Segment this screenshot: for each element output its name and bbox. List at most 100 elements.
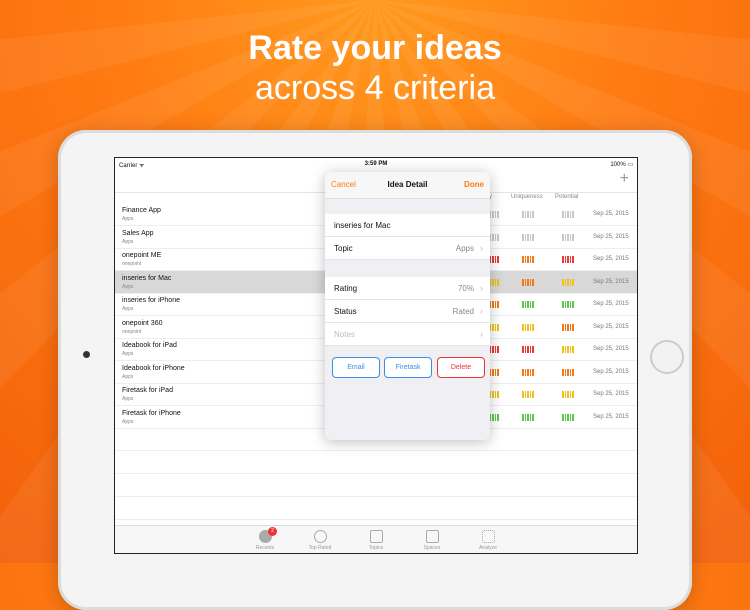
tab-recents[interactable]: 2 Recents	[240, 526, 290, 553]
home-button[interactable]	[650, 340, 684, 374]
idea-date: Sep 25, 2015	[593, 413, 629, 420]
divider	[115, 473, 637, 474]
chevron-right-icon: ›	[480, 306, 483, 316]
rating-value: 70%	[457, 284, 474, 293]
idea-date: Sep 25, 2015	[593, 211, 629, 217]
idea-title: Ideabook for iPhone	[122, 364, 185, 372]
camera-icon	[83, 351, 90, 358]
popover-nav: Cancel Idea Detail Done	[325, 172, 490, 199]
chevron-right-icon: ›	[480, 243, 483, 253]
rating-bars-uniq	[522, 413, 534, 421]
rating-bars-pot	[562, 323, 574, 331]
tab-label: Top Rated	[308, 545, 332, 551]
chevron-right-icon: ›	[480, 283, 483, 293]
rating-bars-pot	[562, 211, 574, 218]
idea-topic: Apps	[122, 306, 134, 312]
tab-spaces[interactable]: Spaces	[407, 526, 457, 553]
idea-name-value: inseries for Mac	[334, 221, 391, 230]
idea-topic: Apps	[122, 373, 134, 380]
rating-bars-pot	[562, 368, 574, 376]
tab-top-rated[interactable]: Top Rated	[295, 526, 345, 553]
idea-title: inseries for iPhone	[122, 297, 180, 304]
idea-title: Sales App	[122, 229, 154, 237]
rating-bars-uniq	[522, 368, 534, 376]
rating-bars-pot	[562, 256, 574, 263]
topic-value: Apps	[455, 244, 474, 253]
idea-name-field[interactable]: inseries for Mac	[325, 214, 490, 237]
firetask-button[interactable]: Firetask	[384, 357, 432, 378]
idea-date: Sep 25, 2015	[593, 233, 629, 240]
idea-topic: Apps	[122, 238, 134, 245]
idea-topic: Apps	[122, 396, 134, 402]
notes-placeholder: Notes	[334, 330, 355, 339]
idea-date: Sep 25, 2015	[593, 301, 629, 307]
rating-bars-uniq	[522, 346, 534, 353]
idea-date: Sep 25, 2015	[593, 323, 629, 330]
tab-label: Recents	[255, 545, 275, 551]
headline-line2: across 4 criteria	[255, 69, 495, 107]
rating-bars-pot	[562, 301, 574, 308]
tab-label: Spaces	[423, 545, 441, 551]
plus-icon[interactable]: +	[620, 170, 629, 188]
rating-bars-uniq	[522, 301, 534, 308]
idea-title: Firetask for iPad	[122, 387, 173, 394]
rating-bars-pot	[562, 346, 574, 353]
headline-line1: Rate your ideas	[248, 29, 502, 67]
column-header-potential[interactable]: Potential	[555, 194, 578, 200]
rating-label: Rating	[334, 284, 358, 293]
delete-button[interactable]: Delete	[437, 357, 485, 378]
lightbulb-icon	[313, 530, 327, 543]
rating-bars-pot	[562, 391, 574, 398]
idea-topic: Apps	[122, 216, 134, 222]
status-time: 3:59 PM	[364, 161, 388, 167]
status-label: Status	[334, 307, 357, 316]
chevron-right-icon: ›	[480, 329, 483, 339]
idea-title: inseries for Mac	[122, 274, 172, 282]
divider	[115, 450, 637, 451]
idea-date: Sep 25, 2015	[593, 278, 629, 285]
idea-topic: Apps	[122, 283, 134, 290]
rating-bars-uniq	[522, 391, 534, 398]
idea-topic: Apps	[122, 351, 134, 357]
rating-row[interactable]: Rating 70% ›	[325, 277, 490, 300]
tab-label: Topics	[368, 545, 384, 551]
rating-bars-uniq	[522, 256, 534, 263]
rating-bars-uniq	[522, 233, 534, 241]
rating-bars-uniq	[522, 278, 534, 286]
topic-row[interactable]: Topic Apps ›	[325, 237, 490, 260]
notes-row[interactable]: Notes ›	[325, 323, 490, 346]
rating-bars-uniq	[522, 211, 534, 218]
battery-indicator: 100% ▭	[610, 162, 633, 168]
rating-bars-pot	[562, 233, 574, 241]
idea-date: Sep 25, 2015	[593, 256, 629, 262]
headline: Rate your ideas across 4 criteria	[0, 28, 750, 108]
idea-date: Sep 25, 2015	[593, 368, 629, 375]
folder-icon	[369, 530, 383, 543]
recents-badge: 2	[268, 527, 277, 536]
status-row[interactable]: Status Rated ›	[325, 300, 490, 323]
divider	[115, 519, 637, 520]
done-button[interactable]: Done	[464, 180, 484, 189]
divider	[115, 496, 637, 497]
rating-bars-uniq	[522, 323, 534, 331]
tab-analyze[interactable]: Analyze	[463, 526, 513, 553]
rating-bars-pot	[562, 413, 574, 421]
rating-bars-pot	[562, 278, 574, 286]
topic-label: Topic	[334, 244, 353, 253]
column-header-uniqueness[interactable]: Uniqueness	[511, 194, 543, 200]
status-bar: Carrier ᯤ 3:59 PM 100% ▭	[115, 158, 637, 170]
idea-title: Firetask for iPhone	[122, 409, 181, 417]
status-value: Rated	[452, 307, 474, 316]
idea-title: onepoint ME	[122, 252, 162, 259]
idea-topic: Apps	[122, 418, 134, 425]
idea-topic: onepoint	[122, 328, 142, 335]
email-button[interactable]: Email	[332, 357, 380, 378]
idea-title: Ideabook for iPad	[122, 342, 177, 349]
grid-icon	[425, 530, 439, 543]
idea-detail-popover: Cancel Idea Detail Done inseries for Mac…	[325, 172, 490, 440]
idea-date: Sep 25, 2015	[593, 346, 629, 352]
dots-icon	[481, 530, 495, 543]
idea-topic: onepoint	[122, 261, 142, 267]
tab-topics[interactable]: Topics	[351, 526, 401, 553]
idea-title: onepoint 360	[122, 319, 163, 327]
